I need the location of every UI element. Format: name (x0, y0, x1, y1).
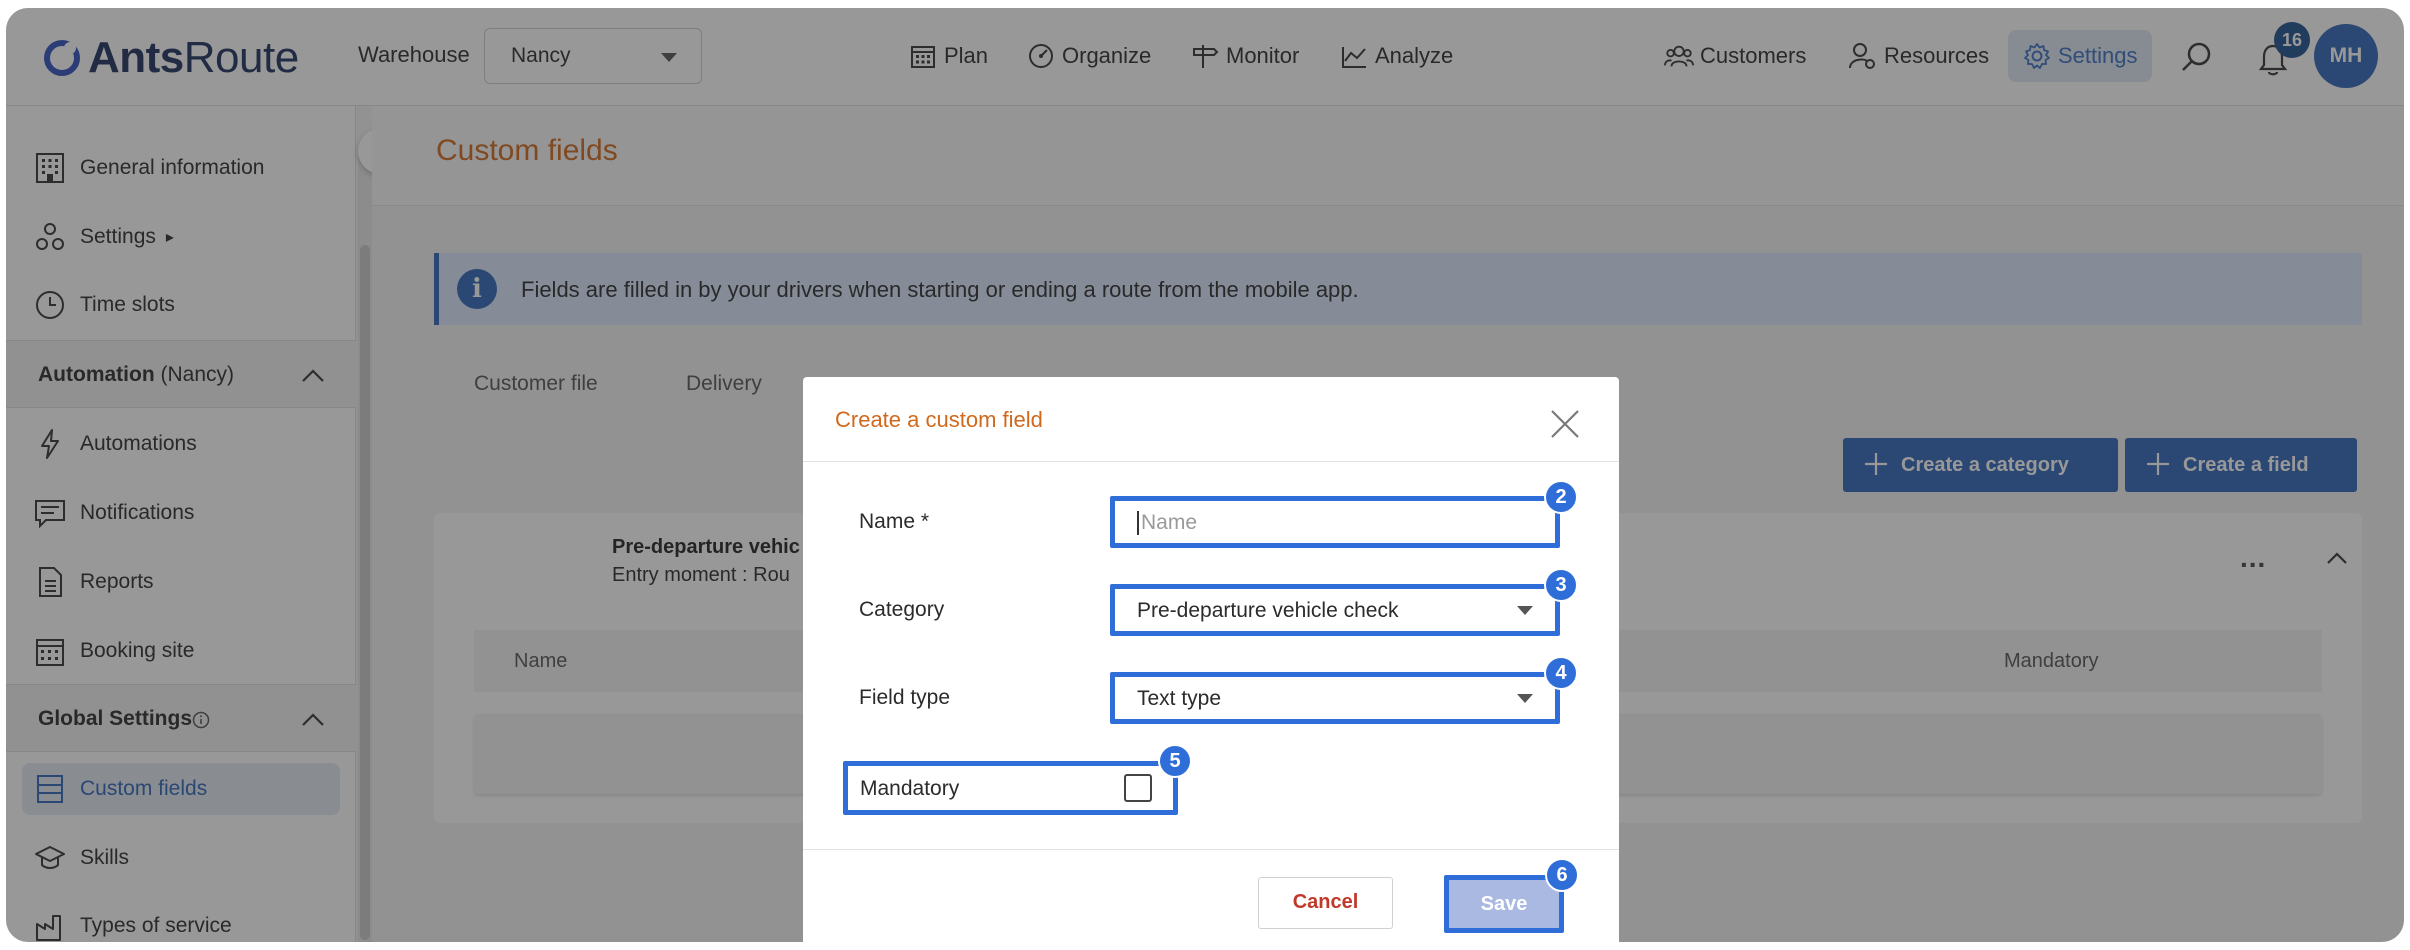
create-custom-field-modal: Create a custom field Name * 2 Category … (803, 377, 1619, 942)
modal-divider (803, 849, 1619, 850)
app-window: Ants Route Warehouse Nancy Plan Organize … (6, 8, 2404, 942)
category-select[interactable]: Pre-departure vehicle check (1110, 584, 1560, 636)
cancel-button[interactable]: Cancel (1258, 877, 1393, 929)
modal-title: Create a custom field (835, 407, 1043, 432)
name-label: Name * (859, 510, 930, 533)
step-badge-6: 6 (1545, 858, 1579, 892)
mandatory-row[interactable]: Mandatory (843, 761, 1178, 815)
step-badge-3: 3 (1544, 568, 1578, 602)
step-badge-4: 4 (1544, 656, 1578, 690)
field-type-select[interactable]: Text type (1110, 672, 1560, 724)
step-badge-5: 5 (1158, 744, 1192, 778)
modal-divider (803, 461, 1619, 462)
mandatory-label: Mandatory (860, 777, 960, 800)
name-input[interactable] (1137, 511, 1537, 535)
name-field[interactable] (1110, 496, 1560, 548)
save-button[interactable]: Save (1449, 880, 1559, 928)
close-icon[interactable] (1548, 407, 1582, 441)
save-button-highlight: Save (1444, 875, 1564, 933)
category-label: Category (859, 598, 945, 621)
step-badge-2: 2 (1544, 480, 1578, 514)
field-type-value: Text type (1137, 687, 1222, 710)
caret-down-icon (1517, 694, 1533, 703)
caret-down-icon (1517, 606, 1533, 615)
category-value: Pre-departure vehicle check (1137, 599, 1399, 622)
field-type-label: Field type (859, 686, 951, 709)
mandatory-checkbox[interactable] (1124, 774, 1152, 802)
